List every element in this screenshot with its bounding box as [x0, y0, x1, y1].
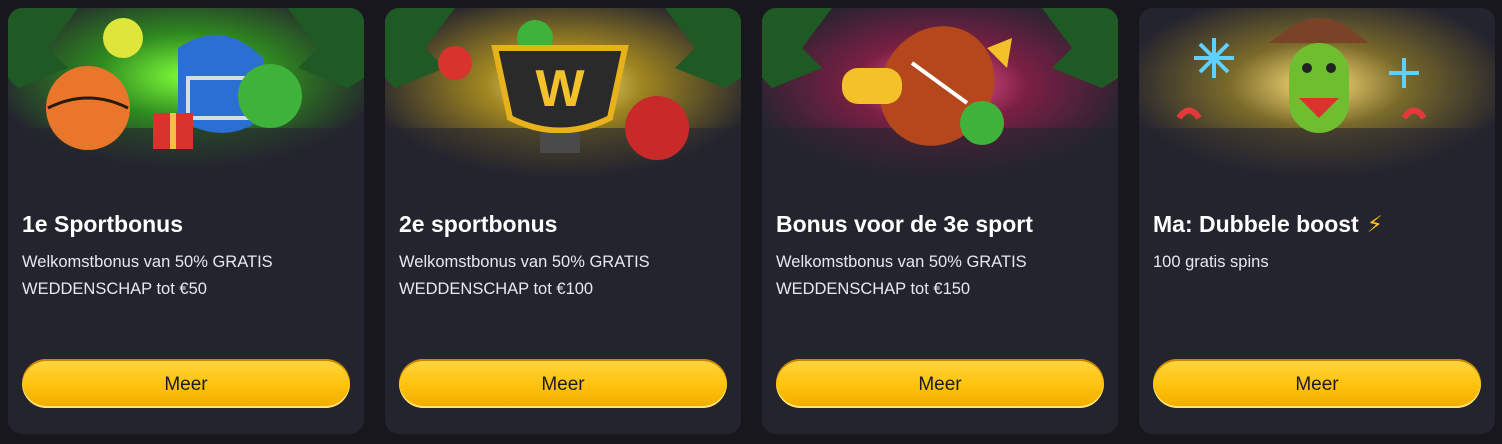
cactus-cowboy-illustration: [1139, 8, 1495, 178]
description-line-1: Welkomstbonus van 50% GRATIS: [399, 253, 650, 271]
card-title: Bonus voor de 3e sport: [776, 211, 1033, 237]
promo-card-4: Ma: Dubbele boost ⚡ 100 gratis spins Meer: [1139, 8, 1495, 434]
football-gamepad-illustration: [762, 8, 1118, 178]
promo-card-1: 1e Sportbonus Welkomstbonus van 50% GRAT…: [8, 8, 364, 434]
card-title-text: Ma: Dubbele boost: [1153, 211, 1359, 237]
meer-button[interactable]: Meer: [399, 359, 727, 408]
promo-card-2: W 2e sportbonus Welkomstbonus van 50% GR…: [385, 8, 741, 434]
card-title: 1e Sportbonus: [22, 211, 184, 237]
card-description: Welkomstbonus van 50% GRATIS WEDDENSCHAP…: [776, 249, 1096, 303]
description-line-2: WEDDENSCHAP tot €150: [776, 280, 971, 298]
meer-button[interactable]: Meer: [22, 359, 350, 408]
description-line-2: WEDDENSCHAP tot €50: [22, 280, 207, 298]
card-description: Welkomstbonus van 50% GRATIS WEDDENSCHAP…: [22, 249, 342, 303]
meer-button[interactable]: Meer: [1153, 359, 1481, 408]
card-description: Welkomstbonus van 50% GRATIS WEDDENSCHAP…: [399, 249, 719, 303]
description-line-1: 100 gratis spins: [1153, 253, 1269, 271]
description-line-2: WEDDENSCHAP tot €100: [399, 280, 594, 298]
description-line-1: Welkomstbonus van 50% GRATIS: [776, 253, 1027, 271]
sports-balls-helmet-illustration: [8, 8, 364, 178]
card-description: 100 gratis spins: [1153, 249, 1473, 276]
description-line-1: Welkomstbonus van 50% GRATIS: [22, 253, 273, 271]
lightning-icon: ⚡: [1366, 211, 1383, 237]
svg-text:W: W: [535, 60, 585, 118]
card-title: Ma: Dubbele boost ⚡: [1153, 210, 1383, 238]
meer-button[interactable]: Meer: [776, 359, 1104, 408]
card-title: 2e sportbonus: [399, 211, 558, 237]
promo-card-3: Bonus voor de 3e sport Welkomstbonus van…: [762, 8, 1118, 434]
trophy-w-illustration: W: [385, 8, 741, 178]
